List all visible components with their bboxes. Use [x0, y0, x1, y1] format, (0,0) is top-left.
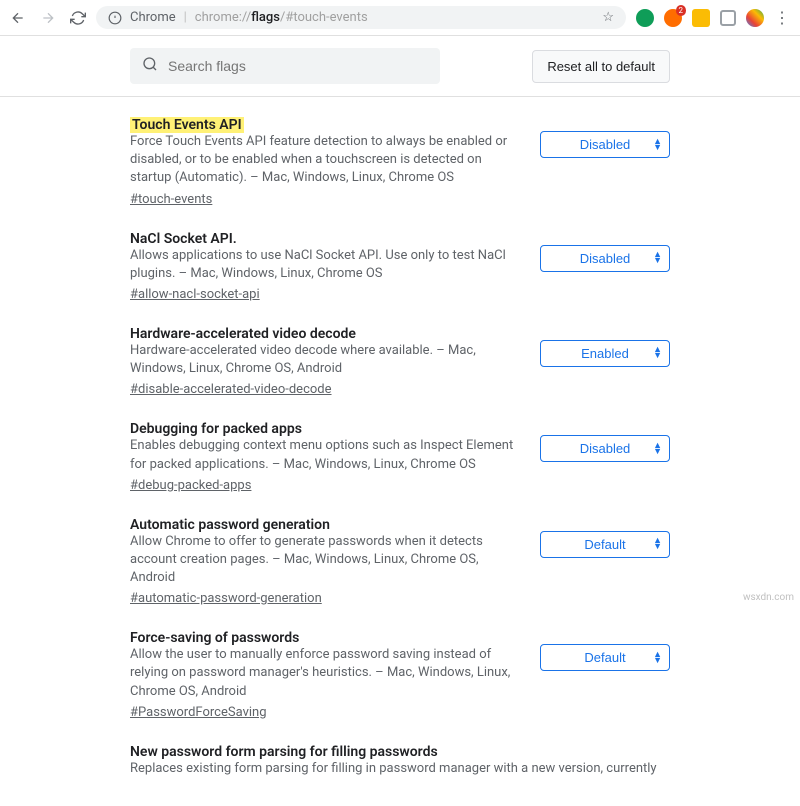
site-info-icon[interactable]: [108, 11, 122, 25]
flags-header: Reset all to default: [0, 36, 800, 97]
flag-select[interactable]: Disabled: [540, 245, 670, 272]
search-box[interactable]: [130, 48, 440, 84]
flag-description: Enables debugging context menu options s…: [130, 437, 520, 473]
flag-row: Force-saving of passwordsAllow the user …: [130, 630, 670, 720]
flag-anchor-link[interactable]: #automatic-password-generation: [130, 591, 322, 606]
flag-row: Touch Events APIForce Touch Events API f…: [130, 117, 670, 207]
flag-anchor-link[interactable]: #PasswordForceSaving: [130, 705, 267, 720]
flag-title: NaCl Socket API.: [130, 231, 237, 247]
extension-icons: ⋮: [636, 8, 790, 27]
flag-row: Debugging for packed appsEnables debuggi…: [130, 421, 670, 492]
nav-buttons: [10, 10, 86, 26]
flag-title: Debugging for packed apps: [130, 421, 302, 437]
flag-select[interactable]: Default: [540, 644, 670, 671]
flag-description: Allows applications to use NaCl Socket A…: [130, 247, 520, 283]
search-icon: [142, 56, 158, 76]
bookmark-star-icon[interactable]: ☆: [602, 10, 614, 25]
flag-description: Force Touch Events API feature detection…: [130, 133, 520, 188]
extension-icon[interactable]: [664, 9, 682, 27]
flag-select[interactable]: Disabled: [540, 435, 670, 462]
address-url: chrome://flags/#touch-events: [195, 10, 368, 25]
flag-anchor-link[interactable]: #debug-packed-apps: [130, 478, 251, 493]
reset-all-button[interactable]: Reset all to default: [532, 50, 670, 83]
flag-description: Replaces existing form parsing for filli…: [130, 760, 670, 778]
flag-row: Automatic password generationAllow Chrom…: [130, 517, 670, 607]
flag-anchor-link[interactable]: #touch-events: [130, 192, 212, 207]
extension-icon[interactable]: [692, 9, 710, 27]
reload-icon[interactable]: [70, 10, 86, 26]
address-label: Chrome: [130, 10, 176, 25]
profile-avatar-icon[interactable]: [746, 9, 764, 27]
flag-title: Force-saving of passwords: [130, 630, 299, 646]
flag-select[interactable]: Disabled: [540, 131, 670, 158]
menu-icon[interactable]: ⋮: [774, 8, 790, 27]
flag-select[interactable]: Default: [540, 531, 670, 558]
flags-list: Touch Events APIForce Touch Events API f…: [0, 97, 800, 782]
extension-icon[interactable]: [636, 9, 654, 27]
flag-anchor-link[interactable]: #disable-accelerated-video-decode: [130, 382, 332, 397]
flag-select[interactable]: Enabled: [540, 340, 670, 367]
flag-title: Hardware-accelerated video decode: [130, 326, 356, 342]
browser-toolbar: Chrome | chrome://flags/#touch-events ☆ …: [0, 0, 800, 36]
extension-icon[interactable]: [720, 10, 736, 26]
flag-description: Hardware-accelerated video decode where …: [130, 342, 520, 378]
flag-row: Hardware-accelerated video decodeHardwar…: [130, 326, 670, 397]
back-icon[interactable]: [10, 10, 26, 26]
search-input[interactable]: [168, 58, 428, 74]
flag-title: Automatic password generation: [130, 517, 330, 533]
watermark: wsxdn.com: [743, 592, 794, 603]
flag-title: New password form parsing for filling pa…: [130, 744, 438, 760]
flag-title: Touch Events API: [130, 117, 244, 133]
address-bar[interactable]: Chrome | chrome://flags/#touch-events ☆: [96, 6, 626, 29]
flag-row: New password form parsing for filling pa…: [130, 744, 670, 782]
flag-description: Allow Chrome to offer to generate passwo…: [130, 533, 520, 588]
flag-row: NaCl Socket API.Allows applications to u…: [130, 231, 670, 302]
flag-description: Allow the user to manually enforce passw…: [130, 646, 520, 701]
flag-anchor-link[interactable]: #allow-nacl-socket-api: [130, 287, 260, 302]
forward-icon[interactable]: [40, 10, 56, 26]
